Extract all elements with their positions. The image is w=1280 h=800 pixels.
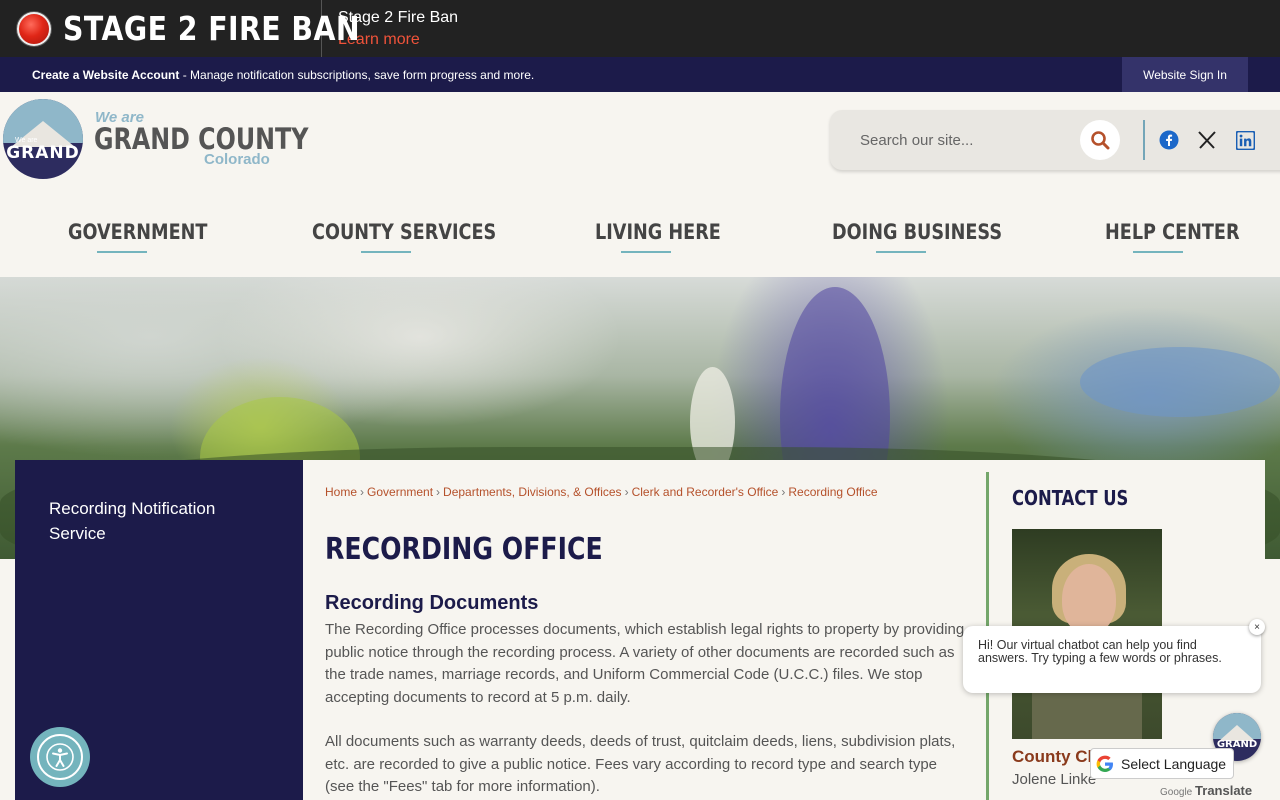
nav-government[interactable]: GOVERNMENT: [68, 220, 207, 244]
language-select[interactable]: Select Language: [1090, 748, 1234, 779]
brand-name[interactable]: GRAND COUNTY: [94, 122, 308, 156]
breadcrumb: Home › Government › Departments, Divisions, …: [325, 485, 878, 499]
search-bar: [830, 110, 1280, 170]
brand-state: Colorado: [204, 151, 270, 168]
breadcrumb-departments[interactable]: Departments, Divisions, & Offices: [443, 485, 622, 499]
nav-underline: [876, 251, 926, 253]
contact-title: CONTACT US: [1012, 486, 1129, 510]
nav-help-center[interactable]: HELP CENTER: [1105, 220, 1240, 244]
account-description: - Manage notification subscriptions, sav…: [179, 67, 535, 82]
chatbot-message: Hi! Our virtual chatbot can help you fin…: [978, 638, 1222, 665]
x-link[interactable]: [1195, 128, 1219, 152]
accessibility-button[interactable]: [30, 727, 90, 787]
contact-role[interactable]: County Cl: [1012, 747, 1092, 767]
facebook-icon: [1159, 130, 1179, 150]
breadcrumb-government[interactable]: Government: [367, 485, 433, 499]
alert-bar: STAGE 2 FIRE BAN Stage 2 Fire Ban Learn …: [0, 0, 1280, 57]
breadcrumb-separator: ›: [360, 485, 365, 499]
nav-living-here[interactable]: LIVING HERE: [595, 220, 721, 244]
sidebar-item-recording-notification[interactable]: Recording Notification Service: [49, 496, 269, 546]
linkedin-icon: [1235, 130, 1255, 150]
breadcrumb-separator: ›: [436, 485, 441, 499]
google-icon: [1096, 755, 1113, 772]
alert-title: STAGE 2 FIRE BAN: [63, 9, 361, 48]
sign-in-button[interactable]: Website Sign In: [1122, 57, 1248, 92]
nav-underline: [1133, 251, 1183, 253]
powered-translate: Translate: [1195, 783, 1253, 798]
account-message: Create a Website Account - Manage notifi…: [32, 68, 534, 82]
google-translate-credit: Google Translate: [1160, 783, 1252, 798]
breadcrumb-home[interactable]: Home: [325, 485, 357, 499]
search-input[interactable]: [844, 120, 1074, 160]
powered-google: Google: [1160, 787, 1193, 798]
page-title: RECORDING OFFICE: [325, 532, 603, 567]
logo-grand: GRAND: [6, 143, 80, 163]
contact-name: Jolene Linke: [1012, 771, 1097, 788]
chatbot-close-button[interactable]: ×: [1249, 619, 1265, 635]
search-icon: [1091, 131, 1110, 150]
alert-icon: [17, 11, 51, 46]
nav-underline: [361, 251, 411, 253]
search-button[interactable]: [1080, 120, 1120, 160]
chatbot-bubble[interactable]: Hi! Our virtual chatbot can help you fin…: [963, 626, 1261, 693]
section-title: Recording Documents: [325, 592, 539, 614]
accessibility-icon: [46, 743, 74, 771]
main-nav: GOVERNMENT COUNTY SERVICES LIVING HERE D…: [0, 208, 1280, 277]
nav-underline: [621, 251, 671, 253]
county-logo[interactable]: We are GRAND: [3, 99, 83, 179]
x-icon: [1198, 131, 1216, 149]
facebook-link[interactable]: [1157, 128, 1181, 152]
site-header: We are GRAND We are GRAND COUNTY Colorad…: [0, 92, 1280, 277]
search-separator: [1143, 120, 1145, 160]
create-account-link[interactable]: Create a Website Account: [32, 68, 179, 82]
breadcrumb-separator: ›: [624, 485, 629, 499]
language-select-label: Select Language: [1121, 755, 1227, 772]
breadcrumb-clerk-recorder[interactable]: Clerk and Recorder's Office: [632, 485, 779, 499]
paragraph-intro: The Recording Office processes documents…: [325, 621, 965, 706]
breadcrumb-recording-office[interactable]: Recording Office: [788, 485, 877, 499]
breadcrumb-separator: ›: [781, 485, 786, 499]
nav-underline: [97, 251, 147, 253]
linkedin-link[interactable]: [1233, 128, 1257, 152]
paragraph-documents: All documents such as warranty deeds, de…: [325, 733, 956, 796]
nav-county-services[interactable]: COUNTY SERVICES: [312, 220, 496, 244]
account-bar: Create a Website Account - Manage notifi…: [0, 57, 1280, 92]
nav-doing-business[interactable]: DOING BUSINESS: [832, 220, 1002, 244]
